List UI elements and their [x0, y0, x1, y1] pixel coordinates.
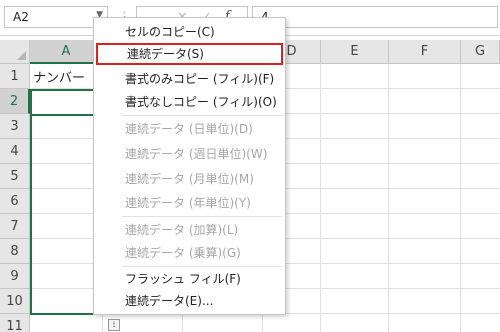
menu-item-fill-days: 連続データ (日単位)(D): [125, 122, 253, 136]
menu-item-linear-trend: 連続データ (加算)(L): [125, 223, 239, 237]
menu-item-fill-months: 連続データ (月単位)(M): [125, 172, 254, 186]
menu-separator: [122, 115, 282, 116]
row-header-8[interactable]: 8: [0, 239, 30, 264]
menu-separator: [122, 266, 282, 267]
menu-item-copy-cells[interactable]: セルのコピー(C): [94, 21, 285, 43]
row-header-3[interactable]: 3: [0, 114, 30, 139]
row-header-4[interactable]: 4: [0, 139, 30, 164]
row-header-11[interactable]: 11: [0, 314, 30, 332]
name-box-value: A2: [13, 10, 29, 24]
menu-item-fill-years: 連続データ (年単位)(Y): [125, 196, 251, 210]
row-header-5[interactable]: 5: [0, 164, 30, 189]
row-header-1[interactable]: 1: [0, 64, 30, 89]
menu-item-fill-series[interactable]: 連続データ(S): [96, 43, 283, 65]
gridline: [320, 64, 321, 332]
menu-item-fill-weekdays: 連続データ (週日単位)(W): [125, 147, 268, 161]
autofill-options-icon[interactable]: ⁞: [108, 319, 120, 331]
gridline: [388, 64, 389, 332]
row-header-6[interactable]: 6: [0, 189, 30, 214]
column-header-f[interactable]: F: [389, 40, 461, 64]
column-header-e[interactable]: E: [321, 40, 389, 64]
row-header-7[interactable]: 7: [0, 214, 30, 239]
menu-item-growth-trend: 連続データ (乗算)(G): [125, 246, 241, 260]
gridline: [460, 64, 461, 332]
menu-item-flash-fill[interactable]: フラッシュ フィル(F): [94, 268, 285, 290]
autofill-context-menu: セルのコピー(C) 連続データ(S) 書式のみコピー (フィル)(F) 書式なし…: [93, 17, 286, 315]
menu-item-series-dialog[interactable]: 連続データ(E)...: [94, 290, 285, 312]
cell-a1[interactable]: ナンバー: [33, 67, 85, 86]
row-header-2[interactable]: 2: [0, 89, 30, 114]
select-all-triangle-icon: [17, 51, 26, 60]
menu-separator: [122, 216, 282, 217]
row-header-10[interactable]: 10: [0, 289, 30, 314]
select-all-button[interactable]: [0, 40, 30, 64]
menu-item-fill-without-formatting[interactable]: 書式なしコピー (フィル)(O): [94, 91, 285, 113]
formula-input[interactable]: 4: [252, 6, 498, 28]
menu-item-fill-formatting-only[interactable]: 書式のみコピー (フィル)(F): [94, 68, 285, 90]
column-header-g[interactable]: G: [461, 40, 500, 64]
row-header-9[interactable]: 9: [0, 264, 30, 289]
